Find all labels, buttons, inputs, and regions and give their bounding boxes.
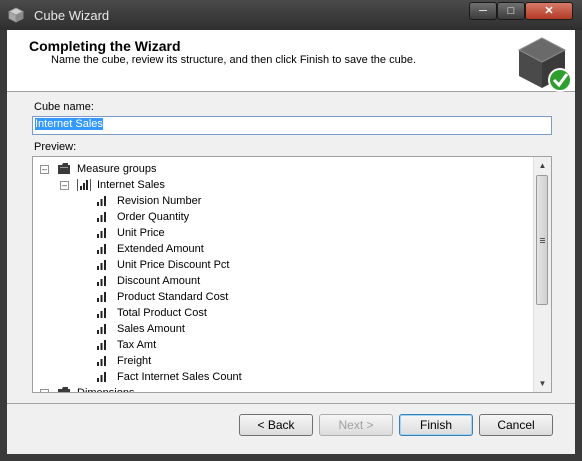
tree-label: Product Standard Cost — [117, 291, 229, 303]
measure-bars-icon — [97, 372, 106, 382]
vertical-scrollbar[interactable]: ▲ ▼ — [533, 157, 551, 392]
cube-name-label: Cube name: — [34, 101, 94, 113]
window-title: Cube Wizard — [34, 8, 110, 23]
collapse-icon[interactable]: – — [60, 181, 69, 190]
measure-bars-icon — [97, 340, 106, 350]
tree-label: Fact Internet Sales Count — [117, 371, 242, 383]
tree-node-measure[interactable]: Product Standard Cost — [33, 289, 533, 305]
scroll-down-arrow-icon[interactable]: ▼ — [534, 375, 551, 392]
tree-node-measure[interactable]: Total Product Cost — [33, 305, 533, 321]
tree-node-measure[interactable]: Discount Amount — [33, 273, 533, 289]
cube-name-value: Internet Sales — [35, 118, 103, 130]
measure-bars-icon — [97, 244, 106, 254]
collapse-icon[interactable]: – — [40, 389, 49, 392]
measure-bars-icon — [97, 228, 106, 238]
maximize-icon: □ — [507, 5, 515, 17]
minimize-button[interactable]: ─ — [469, 2, 497, 20]
cube-name-field[interactable]: Internet Sales — [32, 116, 552, 135]
tree-node-measure[interactable]: Order Quantity — [33, 209, 533, 225]
tree-node-internet-sales[interactable]: – Internet Sales — [33, 177, 533, 193]
tree-label: Revision Number — [117, 195, 202, 207]
folder-icon — [58, 163, 70, 174]
cube-wizard-window: Cube Wizard ─ □ ✕ Completing the Wizard … — [0, 0, 582, 461]
footer-divider — [7, 403, 575, 404]
maximize-button[interactable]: □ — [497, 2, 525, 20]
tree-label: Dimensions — [77, 387, 135, 393]
tree-node-measure[interactable]: Unit Price Discount Pct — [33, 257, 533, 273]
tree-label: Sales Amount — [117, 323, 185, 335]
measure-group-icon — [77, 179, 91, 191]
tree-label: Unit Price Discount Pct — [117, 259, 230, 271]
measure-bars-icon — [97, 356, 106, 366]
cube-icon — [8, 7, 24, 23]
close-icon: ✕ — [544, 5, 554, 17]
page-subtitle: Name the cube, review its structure, and… — [51, 54, 417, 66]
close-button[interactable]: ✕ — [525, 2, 573, 20]
grip-line — [540, 242, 545, 243]
tree-node-measure[interactable]: Sales Amount — [33, 321, 533, 337]
scroll-up-arrow-icon[interactable]: ▲ — [534, 157, 551, 174]
measure-bars-icon — [97, 308, 106, 318]
tree-node-measure[interactable]: Unit Price — [33, 225, 533, 241]
collapse-icon[interactable]: – — [40, 165, 49, 174]
finish-button[interactable]: Finish — [399, 414, 473, 436]
tree-node-measure[interactable]: Revision Number — [33, 193, 533, 209]
tree-node-measure[interactable]: Extended Amount — [33, 241, 533, 257]
tree-label: Order Quantity — [117, 211, 190, 223]
tree-label: Unit Price — [117, 227, 165, 239]
tree-node-measure[interactable]: Fact Internet Sales Count — [33, 369, 533, 385]
tree-label: Discount Amount — [117, 275, 201, 287]
measure-bars-icon — [97, 292, 106, 302]
measure-bars-icon — [97, 260, 106, 270]
measure-bars-icon — [97, 196, 106, 206]
tree-node-measure[interactable]: Freight — [33, 353, 533, 369]
next-button[interactable]: Next > — [319, 414, 393, 436]
page-title: Completing the Wizard — [29, 38, 181, 54]
tree-label: Extended Amount — [117, 243, 204, 255]
measure-bars-icon — [97, 324, 106, 334]
tree-node-dimensions[interactable]: – Dimensions — [33, 385, 533, 393]
tree-label: Internet Sales — [97, 179, 165, 191]
measure-bars-icon — [97, 276, 106, 286]
wizard-client-area: Completing the Wizard Name the cube, rev… — [7, 30, 575, 454]
tree-label: Tax Amt — [117, 339, 157, 351]
minimize-icon: ─ — [479, 5, 487, 17]
tree-node-measure-groups[interactable]: – Measure groups — [33, 161, 533, 177]
scrollbar-thumb[interactable] — [536, 175, 548, 305]
cancel-button[interactable]: Cancel — [479, 414, 553, 436]
measure-bars-icon — [97, 212, 106, 222]
tree-label: Measure groups — [77, 163, 157, 175]
preview-label: Preview: — [34, 141, 77, 153]
back-button[interactable]: < Back — [239, 414, 313, 436]
tree-node-measure[interactable]: Tax Amt — [33, 337, 533, 353]
tree-label: Freight — [117, 355, 152, 367]
grip-line — [540, 240, 545, 241]
preview-tree[interactable]: – Measure groups – Internet Sales Revisi… — [32, 156, 552, 393]
folder-icon — [58, 387, 70, 392]
grip-line — [540, 238, 545, 239]
cube-check-icon — [517, 37, 572, 92]
tree-label: Total Product Cost — [117, 307, 207, 319]
title-bar[interactable]: Cube Wizard ─ □ ✕ — [0, 0, 582, 30]
wizard-header: Completing the Wizard Name the cube, rev… — [7, 30, 575, 92]
